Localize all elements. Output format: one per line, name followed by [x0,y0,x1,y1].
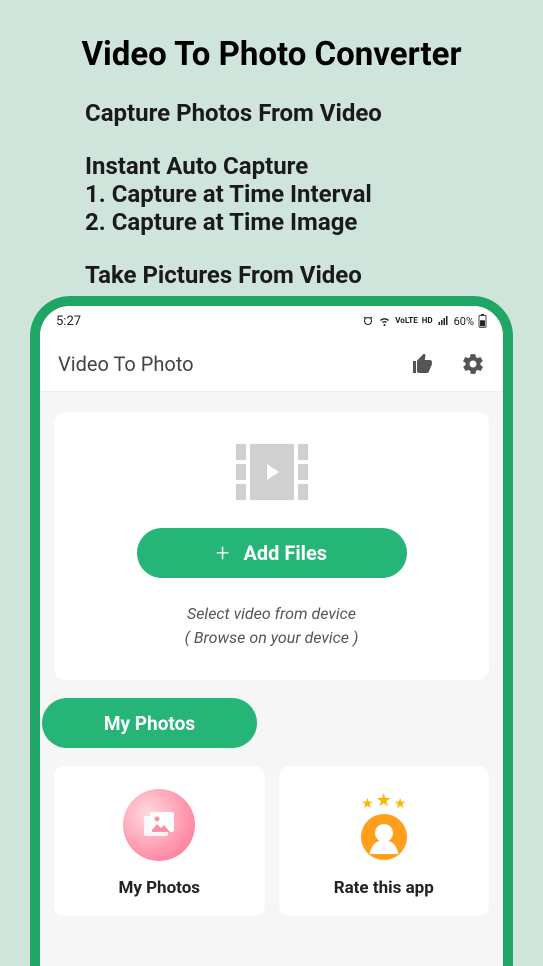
video-clip-icon [236,444,308,500]
hint-line-2: ( Browse on your device ) [74,626,469,650]
star-icon: ★ [361,796,374,812]
subtitle-take: Take Pictures From Video [85,261,513,289]
feature-heading: Instant Auto Capture [85,152,513,180]
thumbs-up-icon[interactable] [411,352,435,376]
rate-app-card[interactable]: ★ ★ ★ Rate this app [279,766,490,916]
battery-icon [478,314,487,328]
subtitle-capture: Capture Photos From Video [85,99,513,127]
feature-line-1: 1. Capture at Time Interval [85,180,513,208]
hint-line-1: Select video from device [74,602,469,626]
plus-icon: + [216,539,230,567]
add-files-button[interactable]: + Add Files [137,528,407,578]
app-bar: Video To Photo [40,336,503,392]
add-files-label: Add Files [243,541,327,565]
wifi-icon [378,315,391,327]
app-title: Video To Photo [58,352,194,376]
battery-percent: 60% [454,315,474,328]
rate-icon: ★ ★ ★ [361,790,407,860]
feature-line-2: 2. Capture at Time Image [85,208,513,236]
alarm-icon [362,315,374,327]
gallery-icon [123,789,195,861]
status-time: 5:27 [56,314,81,329]
upload-card: + Add Files Select video from device ( B… [54,412,489,680]
tab-my-photos[interactable]: My Photos [42,698,257,748]
page-title: Video To Photo Converter [30,35,513,74]
signal-icon [437,315,450,327]
tab-my-photos-label: My Photos [104,712,195,735]
star-icon: ★ [394,796,407,812]
phone-frame: 5:27 VoLTE HD 60% Video To Photo [30,296,513,966]
rate-app-label: Rate this app [289,878,480,898]
my-photos-label: My Photos [64,878,255,898]
status-bar: 5:27 VoLTE HD 60% [40,306,503,336]
star-icon: ★ [376,790,392,812]
gear-icon[interactable] [461,352,485,376]
my-photos-card[interactable]: My Photos [54,766,265,916]
status-indicators: VoLTE HD 60% [362,314,487,328]
